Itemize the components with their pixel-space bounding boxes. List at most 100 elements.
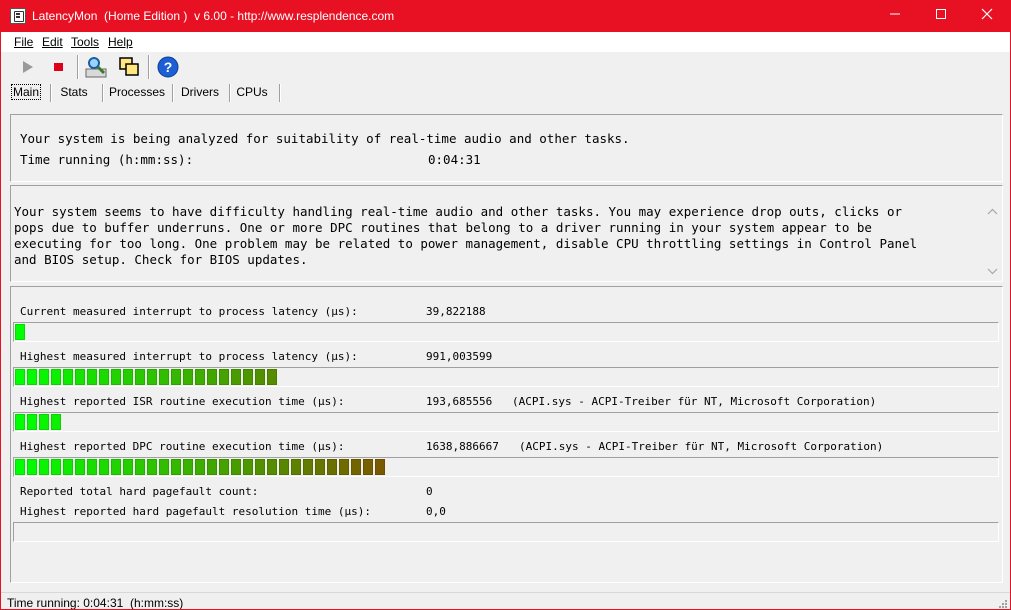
- bar-segment: [267, 459, 277, 475]
- verdict-panel: Your system seems to have difficulty han…: [10, 185, 1003, 282]
- tab-cpus-label: CPUs: [236, 85, 268, 99]
- window-title: LatencyMon (Home Edition ) v 6.00 - http…: [32, 9, 395, 23]
- summary-panel: Your system is being analyzed for suitab…: [10, 114, 1003, 182]
- bar-segment: [147, 459, 157, 475]
- resize-grip-icon[interactable]: [998, 599, 1008, 609]
- menu-help-label: Help: [108, 35, 133, 49]
- menu-edit[interactable]: Edit: [42, 35, 63, 49]
- bar-segment: [15, 369, 25, 385]
- bar-segment: [171, 459, 181, 475]
- bar-segment: [87, 369, 97, 385]
- menu-help[interactable]: Help: [108, 35, 133, 49]
- highest-isr-driver: (ACPI.sys - ACPI-Treiber für NT, Microso…: [512, 395, 877, 408]
- stop-icon: [54, 63, 63, 71]
- bar-segment: [51, 459, 61, 475]
- highest-latency-bar: [13, 367, 999, 387]
- menu-bar: File Edit Tools Help: [1, 32, 1010, 52]
- bar-segment: [75, 369, 85, 385]
- bar-segment: [183, 459, 193, 475]
- pagefault-count-label: Reported total hard pagefault count:: [20, 485, 259, 498]
- bar-segment: [255, 459, 265, 475]
- svg-text:?: ?: [164, 59, 173, 75]
- status-text: Time running: 0:04:31 (h:mm:ss): [7, 596, 184, 610]
- pagefault-time-bar: [13, 522, 999, 542]
- bar-segment: [159, 369, 169, 385]
- maximize-button[interactable]: [918, 1, 964, 32]
- minimize-button[interactable]: [872, 1, 918, 32]
- start-button[interactable]: [16, 55, 40, 79]
- tab-processes-label: Processes: [108, 85, 166, 99]
- scroll-down-icon[interactable]: [984, 263, 1001, 280]
- bar-segment: [219, 369, 229, 385]
- play-icon: [23, 61, 33, 73]
- bar-segment: [243, 459, 253, 475]
- close-button[interactable]: [964, 1, 1010, 32]
- highest-isr-bar: [13, 412, 999, 432]
- menu-file[interactable]: File: [14, 35, 33, 49]
- windows-icon: [119, 57, 139, 76]
- bar-segment: [279, 459, 289, 475]
- bar-segment: [99, 369, 109, 385]
- tab-separator: [172, 84, 174, 102]
- menu-tools[interactable]: Tools: [71, 35, 99, 49]
- tab-stats[interactable]: Stats: [53, 82, 95, 103]
- highest-isr-value: 193,685556: [426, 395, 493, 408]
- bar-segment: [303, 459, 313, 475]
- highest-dpc-driver: (ACPI.sys - ACPI-Treiber für NT, Microso…: [519, 440, 884, 453]
- tab-stats-label: Stats: [60, 85, 88, 99]
- help-button[interactable]: ?: [156, 55, 180, 79]
- drivers-button[interactable]: [84, 55, 108, 79]
- verdict-scrollbar[interactable]: [984, 187, 1001, 280]
- toolbar-separator: [148, 55, 150, 79]
- bar-segment: [75, 459, 85, 475]
- bar-segment: [327, 459, 337, 475]
- title-bar[interactable]: LatencyMon (Home Edition ) v 6.00 - http…: [1, 1, 1010, 32]
- bar-segment: [39, 459, 49, 475]
- bar-segment: [267, 369, 277, 385]
- highest-latency-label: Highest measured interrupt to process la…: [20, 350, 358, 363]
- status-bar: Time running: 0:04:31 (h:mm:ss): [1, 592, 1010, 610]
- tab-main[interactable]: Main: [5, 82, 47, 103]
- highest-isr-bar-fill: [15, 414, 63, 430]
- bar-segment: [51, 369, 61, 385]
- bar-segment: [111, 459, 121, 475]
- stop-button[interactable]: [47, 55, 71, 79]
- tab-drivers[interactable]: Drivers: [177, 82, 223, 103]
- menu-tools-label: Tools: [71, 35, 100, 49]
- tab-separator: [229, 84, 231, 102]
- bar-segment: [255, 369, 265, 385]
- bar-segment: [51, 414, 61, 430]
- bar-segment: [135, 459, 145, 475]
- time-running-label: Time running (h:mm:ss):: [20, 152, 194, 167]
- highest-latency-value: 991,003599: [426, 350, 493, 363]
- highest-dpc-bar: [13, 457, 999, 477]
- current-latency-bar-fill: [15, 324, 27, 340]
- bar-segment: [147, 369, 157, 385]
- bar-segment: [375, 459, 385, 475]
- bar-segment: [195, 369, 205, 385]
- bar-segment: [111, 369, 121, 385]
- tab-processes[interactable]: Processes: [107, 82, 167, 103]
- verdict-line-2: pops due to buffer underruns. One or mor…: [14, 220, 872, 235]
- tab-cpus[interactable]: CPUs: [232, 82, 272, 103]
- app-icon[interactable]: [10, 8, 26, 24]
- current-latency-value: 39,822188: [426, 305, 486, 318]
- bar-segment: [207, 369, 217, 385]
- bar-segment: [15, 414, 25, 430]
- time-running-value: 0:04:31: [428, 152, 481, 167]
- current-latency-bar: [13, 322, 999, 342]
- bar-segment: [351, 459, 361, 475]
- toolbar-separator: [77, 55, 79, 79]
- scroll-up-icon[interactable]: [984, 203, 1001, 220]
- bar-segment: [63, 459, 73, 475]
- analysis-status-text: Your system is being analyzed for suitab…: [20, 131, 630, 146]
- bar-segment: [159, 459, 169, 475]
- magnifier-icon: [85, 57, 107, 78]
- tab-main-label: Main: [10, 84, 42, 100]
- highest-dpc-bar-fill: [15, 459, 387, 475]
- toolbar: ?: [1, 52, 1010, 82]
- verdict-line-4: and BIOS setup. Check for BIOS updates.: [14, 252, 308, 267]
- menu-edit-label: Edit: [42, 35, 63, 49]
- menu-file-label: File: [14, 35, 34, 49]
- windows-button[interactable]: [117, 55, 141, 79]
